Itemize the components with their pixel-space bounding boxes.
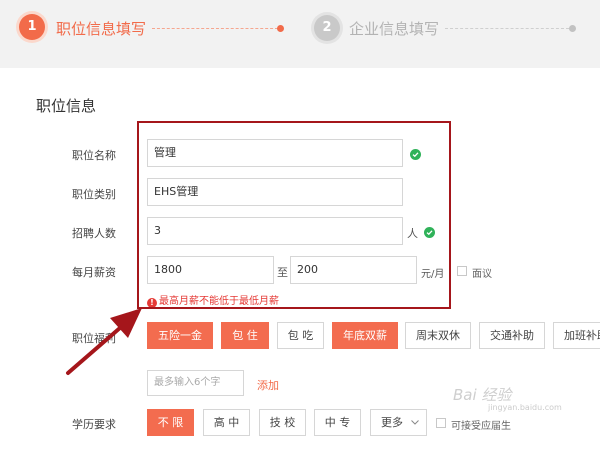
section-title: 职位信息: [36, 97, 97, 115]
education-more-label: 更多: [381, 416, 403, 429]
benefit-tag-overtime[interactable]: 加班补助: [553, 322, 600, 349]
fresh-graduate-label: 可接受应届生: [451, 421, 511, 432]
benefit-tag-weekends[interactable]: 周末双休: [405, 322, 471, 349]
step-2-dot: [569, 25, 576, 32]
step-2-line: [445, 28, 569, 29]
stepper: 1 职位信息填写 2 企业信息填写: [0, 0, 600, 68]
highlight-box: [137, 121, 451, 309]
job-name-label: 职位名称: [72, 149, 116, 162]
step-2-number: 2: [314, 15, 340, 41]
watermark-url: jingyan.baidu.com: [488, 403, 562, 412]
job-category-label: 职位类别: [72, 188, 116, 201]
education-tag-any[interactable]: 不 限: [147, 409, 194, 436]
education-more-dropdown[interactable]: 更多: [370, 409, 427, 436]
education-tag-vocational[interactable]: 中 专: [314, 409, 361, 436]
benefit-tag-housing[interactable]: 包 住: [221, 322, 269, 349]
benefit-tag-housing-fund[interactable]: 五险一金: [147, 322, 213, 349]
education-tag-high-school[interactable]: 高 中: [203, 409, 250, 436]
headcount-label: 招聘人数: [72, 227, 116, 240]
step-1-line: [152, 28, 278, 29]
benefits-label: 职位福利: [72, 332, 116, 345]
benefit-tag-double-pay[interactable]: 年底双薪: [332, 322, 398, 349]
education-tag-tech-school[interactable]: 技 校: [259, 409, 306, 436]
step-1-dot: [277, 25, 284, 32]
watermark-logo: Bai 经验: [453, 386, 512, 404]
step-2-label: 企业信息填写: [349, 20, 440, 38]
add-benefit-link[interactable]: 添加: [257, 377, 279, 393]
education-label: 学历要求: [72, 418, 116, 431]
salary-label: 每月薪资: [72, 266, 116, 279]
step-1-label: 职位信息填写: [56, 20, 147, 38]
benefit-tag-transport[interactable]: 交通补助: [479, 322, 545, 349]
fresh-graduate-checkbox[interactable]: [436, 418, 446, 428]
chevron-down-icon: [410, 420, 419, 425]
negotiable-label: 面议: [472, 269, 492, 280]
negotiable-checkbox[interactable]: [457, 266, 467, 276]
custom-benefit-input[interactable]: 最多输入6个字: [147, 370, 244, 396]
benefit-tag-meals[interactable]: 包 吃: [277, 322, 324, 349]
step-1-number: 1: [19, 14, 45, 40]
